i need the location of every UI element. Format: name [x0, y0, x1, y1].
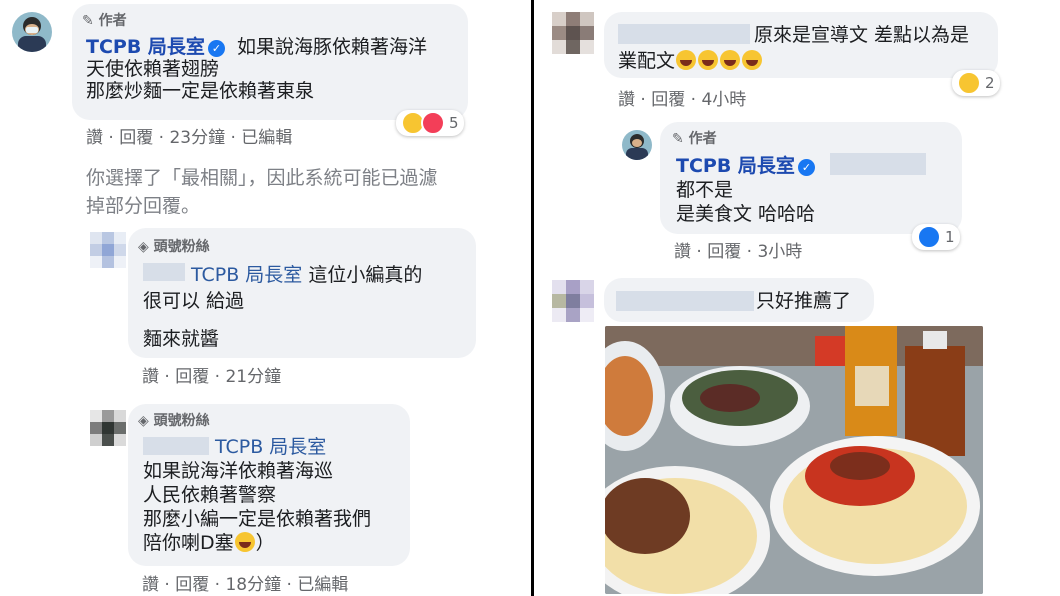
comment-body: 只好推薦了: [756, 290, 851, 312]
diamond-icon: ◈: [138, 413, 149, 429]
verified-badge-icon: ✓: [797, 159, 815, 176]
mentioned-page-tag[interactable]: TCPB 局長室: [191, 264, 302, 286]
like-button[interactable]: 讚: [142, 575, 159, 595]
mentioned-page-tag[interactable]: TCPB 局長室: [215, 436, 326, 458]
author-name[interactable]: TCPB 局長室: [86, 36, 205, 58]
diamond-icon: ◈: [138, 239, 149, 255]
separator: ·: [696, 242, 702, 262]
love-reaction-icon: [421, 111, 445, 135]
commenter-avatar[interactable]: [90, 232, 126, 268]
commenter-avatar[interactable]: [552, 280, 594, 322]
reply-actions: 讚 · 回覆 · 18分鐘 · 已編輯: [142, 570, 348, 595]
comment-line: 那麼炒麵一定是依賴著東泉: [86, 80, 315, 102]
reply-line: 那麼小編一定是依賴著我們: [143, 508, 372, 530]
reply-body: TCPB 局長室 如果說海洋依賴著海巡 人民依賴著警察 那麼小編一定是依賴著我們…: [143, 435, 409, 555]
reply-body: TCPB 局長室 這位小編真的 很可以 給過 麵來就醬: [143, 262, 473, 352]
separator: ·: [214, 367, 221, 387]
top-fan-badge: ◈ 頭號粉絲: [138, 413, 210, 429]
timestamp[interactable]: 21分鐘: [225, 367, 281, 387]
reaction-summary[interactable]: 2: [952, 70, 1000, 96]
timestamp[interactable]: 18分鐘: [225, 575, 281, 595]
reply-line: 很可以 給過: [143, 290, 245, 312]
pencil-icon: ✎: [672, 131, 684, 147]
panel-divider: [531, 0, 534, 596]
reaction-count: 5: [449, 114, 459, 132]
reply-button[interactable]: 回覆: [119, 128, 153, 148]
separator: ·: [690, 90, 697, 110]
commenter-avatar[interactable]: [552, 12, 594, 54]
reaction-summary[interactable]: 1: [912, 224, 960, 250]
comment-line: 只好推薦了: [756, 290, 852, 312]
separator: ·: [230, 128, 236, 148]
reply-line: 是美食文 哈哈哈: [676, 203, 816, 225]
author-avatar[interactable]: [622, 130, 652, 160]
separator: ·: [286, 575, 292, 595]
pencil-icon: ✎: [82, 13, 94, 29]
filter-notice: 你選擇了「最相關」，因此系統可能已過濾 掉部分回覆。: [86, 164, 438, 220]
comment-body: 原來是宣導文 差點以為是 業配文: [618, 22, 994, 74]
separator: ·: [214, 575, 221, 595]
separator: ·: [108, 128, 114, 148]
food-photo-illustration: [605, 326, 983, 594]
comment-line: 如果說海豚依賴著海洋: [236, 36, 427, 58]
comment-actions: 讚 · 回覆 · 4小時: [618, 85, 746, 110]
separator: ·: [640, 90, 646, 110]
timestamp[interactable]: 3小時: [757, 242, 802, 262]
reply-button[interactable]: 回覆: [707, 242, 741, 262]
separator: ·: [164, 367, 170, 387]
reply-button[interactable]: 回覆: [175, 367, 209, 387]
reply-line: 這位小編真的: [308, 264, 423, 286]
reply-actions: 讚 · 回覆 · 21分鐘: [142, 362, 281, 387]
redacted-name: [616, 291, 754, 311]
filter-notice-line: 你選擇了「最相關」，因此系統可能已過濾: [86, 167, 438, 189]
author-name[interactable]: TCPB 局長室: [676, 155, 795, 177]
comment-line: 天使依賴著翅膀: [86, 58, 220, 80]
author-role-label: ✎ 作者: [82, 13, 127, 29]
reply-line: 麵來就醬: [143, 328, 220, 350]
commenter-avatar[interactable]: [90, 410, 126, 446]
rofl-emoji-icon: [720, 50, 741, 70]
food-photo[interactable]: [605, 326, 983, 594]
author-role-label: ✎ 作者: [672, 131, 717, 147]
timestamp[interactable]: 4小時: [701, 90, 746, 110]
separator: ·: [164, 575, 170, 595]
timestamp[interactable]: 23分鐘: [169, 128, 225, 148]
like-button[interactable]: 讚: [674, 242, 691, 262]
reply-line: 人民依賴著警察: [143, 484, 277, 506]
like-button[interactable]: 讚: [86, 128, 103, 148]
rofl-emoji-icon: [676, 50, 697, 70]
rofl-emoji-icon: [698, 50, 719, 70]
rofl-emoji-icon: [742, 50, 763, 70]
reaction-count: 1: [945, 228, 955, 246]
reply-line: ）: [255, 532, 275, 554]
reply-button[interactable]: 回覆: [651, 90, 685, 110]
comment-line: 業配文: [618, 50, 676, 72]
verified-badge-icon: ✓: [207, 40, 225, 57]
reply-actions: 讚 · 回覆 · 3小時: [674, 237, 802, 262]
haha-reaction-icon: [957, 71, 981, 95]
laughing-emoji-icon: [234, 532, 255, 552]
like-reaction-icon: [917, 225, 941, 249]
separator: ·: [746, 242, 753, 262]
reply-line: 如果說海洋依賴著海巡: [143, 460, 334, 482]
reaction-summary[interactable]: 5: [396, 110, 464, 136]
comment-line: 原來是宣導文 差點以為是: [754, 24, 970, 46]
edited-label: 已編輯: [297, 575, 349, 595]
author-avatar[interactable]: [12, 12, 52, 52]
top-fan-badge: ◈ 頭號粉絲: [138, 239, 210, 255]
reply-line: 都不是: [676, 179, 734, 201]
comment-body: TCPB 局長室 ✓ 如果說海豚依賴著海洋 天使依賴著翅膀 那麼炒麵一定是依賴著東…: [86, 36, 466, 102]
reply-body: TCPB 局長室 ✓ 都不是 是美食文 哈哈哈: [676, 154, 956, 226]
like-button[interactable]: 讚: [618, 90, 635, 110]
filter-notice-line: 掉部分回覆。: [86, 195, 201, 217]
comment-actions: 讚 · 回覆 · 23分鐘 · 已編輯: [86, 123, 292, 148]
like-button[interactable]: 讚: [142, 367, 159, 387]
reaction-count: 2: [985, 74, 995, 92]
edited-label: 已編輯: [241, 128, 293, 148]
reply-line: 陪你喇D塞: [143, 532, 234, 554]
reply-button[interactable]: 回覆: [175, 575, 209, 595]
separator: ·: [158, 128, 165, 148]
